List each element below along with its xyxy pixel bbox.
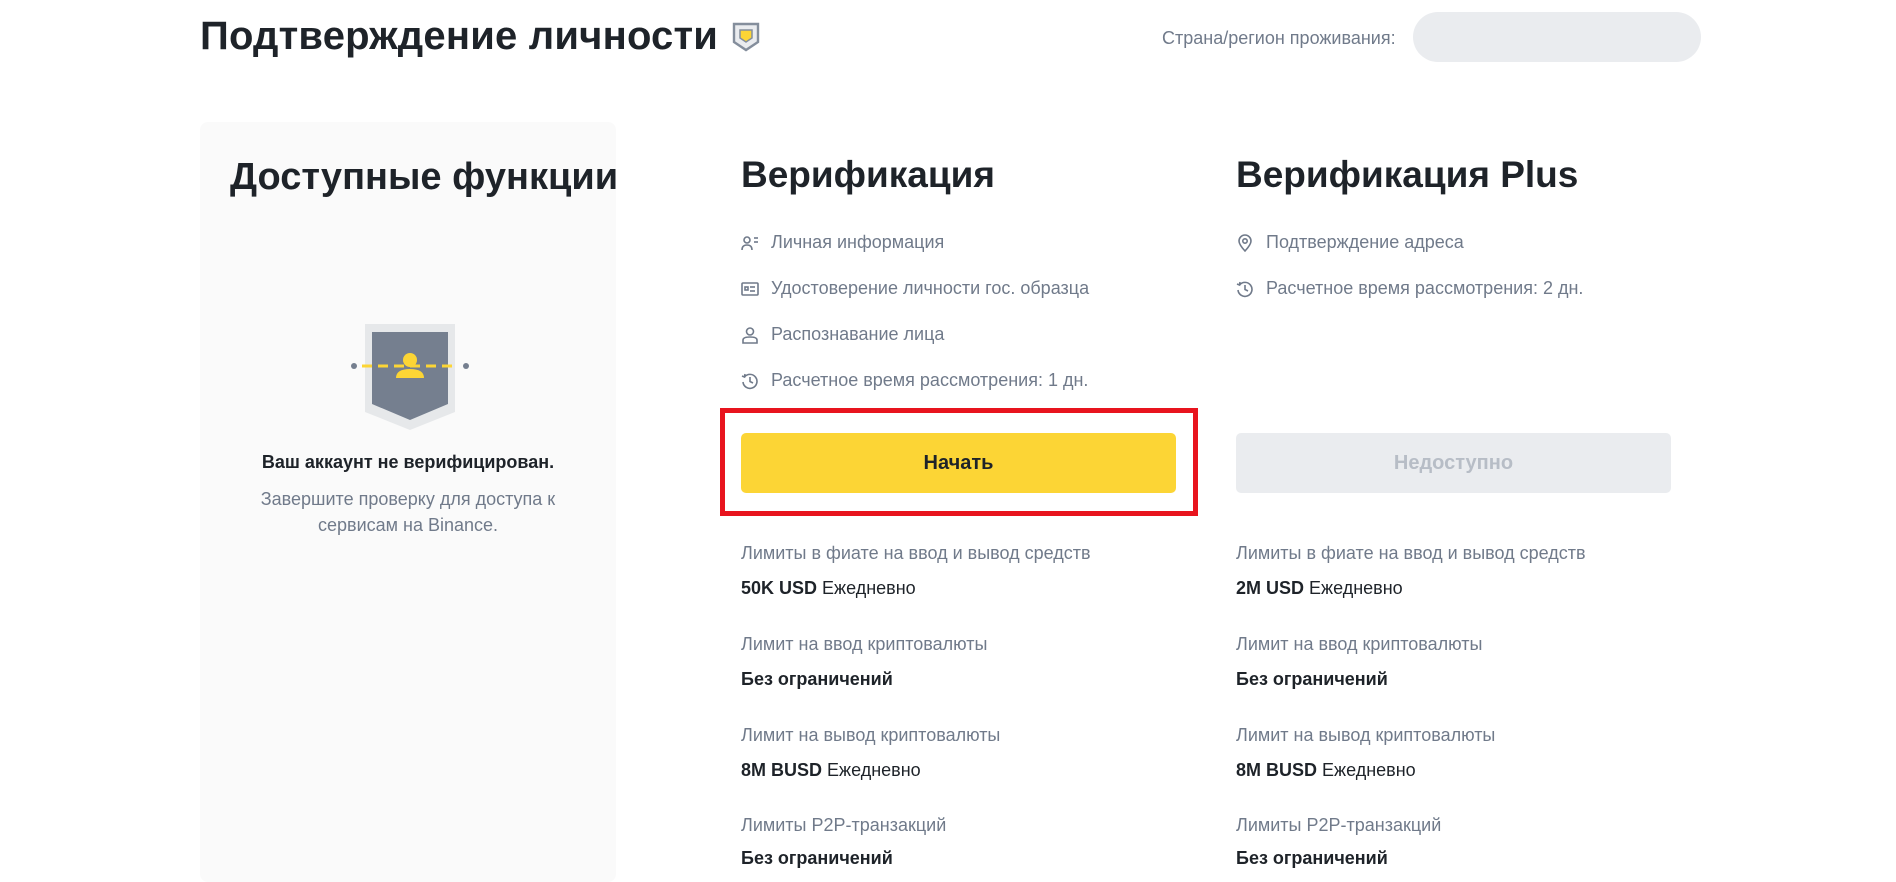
requirement-label: Распознавание лица xyxy=(771,324,945,344)
start-verification-button[interactable]: Начать xyxy=(741,433,1176,493)
shield-badge-icon xyxy=(732,22,760,51)
limit-value: Без ограничений xyxy=(741,669,893,690)
limit-label: Лимиты P2P-транзакций xyxy=(1236,815,1442,835)
limit-label: Лимиты P2P-транзакций xyxy=(741,815,947,835)
country-select[interactable] xyxy=(1413,12,1701,62)
requirement-label: Удостоверение личности гос. образца xyxy=(771,278,1090,298)
limit-label: Лимит на ввод криптовалюты xyxy=(1236,634,1483,654)
requirement-item: Расчетное время рассмотрения: 2 дн. xyxy=(1236,278,1583,299)
face-icon xyxy=(742,326,758,344)
requirement-item: Расчетное время рассмотрения: 1 дн. xyxy=(741,370,1088,391)
page-title-text: Подтверждение личности xyxy=(200,14,719,58)
requirement-label: Личная информация xyxy=(771,232,945,252)
limit-value: 8M BUSD Ежедневно xyxy=(1236,760,1416,781)
limit-amount: 8M BUSD xyxy=(1236,760,1318,780)
requirement-label: Подтверждение адреса xyxy=(1266,232,1464,252)
limit-value: 8M BUSD Ежедневно xyxy=(741,760,921,781)
location-icon xyxy=(1238,233,1252,252)
limit-label: Лимит на вывод криптовалюты xyxy=(741,725,1001,745)
limit-amount: Без ограничений xyxy=(741,669,893,689)
requirement-label: Расчетное время рассмотрения: 2 дн. xyxy=(1266,278,1584,298)
limit-period: Ежедневно xyxy=(827,760,921,780)
limit-amount: 8M BUSD xyxy=(741,760,823,780)
requirement-item: Подтверждение адреса xyxy=(1236,232,1464,253)
limit-amount: 2M USD xyxy=(1236,578,1305,598)
page-title: Подтверждение личности xyxy=(200,14,760,59)
limit-period: Ежедневно xyxy=(1322,760,1416,780)
requirement-label: Расчетное время рассмотрения: 1 дн. xyxy=(771,370,1089,390)
limit-amount: Без ограничений xyxy=(1236,848,1388,868)
country-label: Страна/регион проживания: xyxy=(1162,28,1396,48)
limit-label: Лимиты в фиате на ввод и вывод средств xyxy=(741,543,1091,563)
limit-value: Без ограничений xyxy=(1236,669,1388,690)
limit-value: 50K USD Ежедневно xyxy=(741,578,916,599)
unavailable-button: Недоступно xyxy=(1236,433,1671,493)
requirement-item: Распознавание лица xyxy=(741,324,944,345)
limit-amount: Без ограничений xyxy=(741,848,893,868)
clock-icon xyxy=(1236,281,1253,297)
limit-label: Лимит на вывод криптовалюты xyxy=(1236,725,1496,745)
personal-info-icon xyxy=(741,235,758,250)
requirement-item: Личная информация xyxy=(741,232,944,253)
not-verified-status: Ваш аккаунт не верифицирован. xyxy=(261,452,555,472)
limit-amount: Без ограничений xyxy=(1236,669,1388,689)
limit-value: Без ограничений xyxy=(741,848,893,869)
available-features-card: Доступные функции Ваш аккаунт не верифиц… xyxy=(200,122,619,882)
tier-title: Верификация xyxy=(741,154,995,195)
limit-period: Ежедневно xyxy=(1309,578,1403,598)
limit-amount: 50K USD xyxy=(741,578,818,598)
clock-icon xyxy=(741,373,758,389)
limit-label: Лимит на ввод криптовалюты xyxy=(741,634,988,654)
limit-value: Без ограничений xyxy=(1236,848,1388,869)
requirement-item: Удостоверение личности гос. образца xyxy=(741,278,1089,299)
limit-value: 2M USD Ежедневно xyxy=(1236,578,1403,599)
unverified-shield-icon xyxy=(351,324,469,430)
features-title: Доступные функции xyxy=(230,156,619,198)
id-card-icon xyxy=(741,281,759,296)
limit-label: Лимиты в фиате на ввод и вывод средств xyxy=(1236,543,1586,563)
verification-hint: Завершите проверку для доступа к сервиса… xyxy=(260,489,556,535)
limit-period: Ежедневно xyxy=(822,578,916,598)
tier-title: Верификация Plus xyxy=(1236,154,1579,195)
